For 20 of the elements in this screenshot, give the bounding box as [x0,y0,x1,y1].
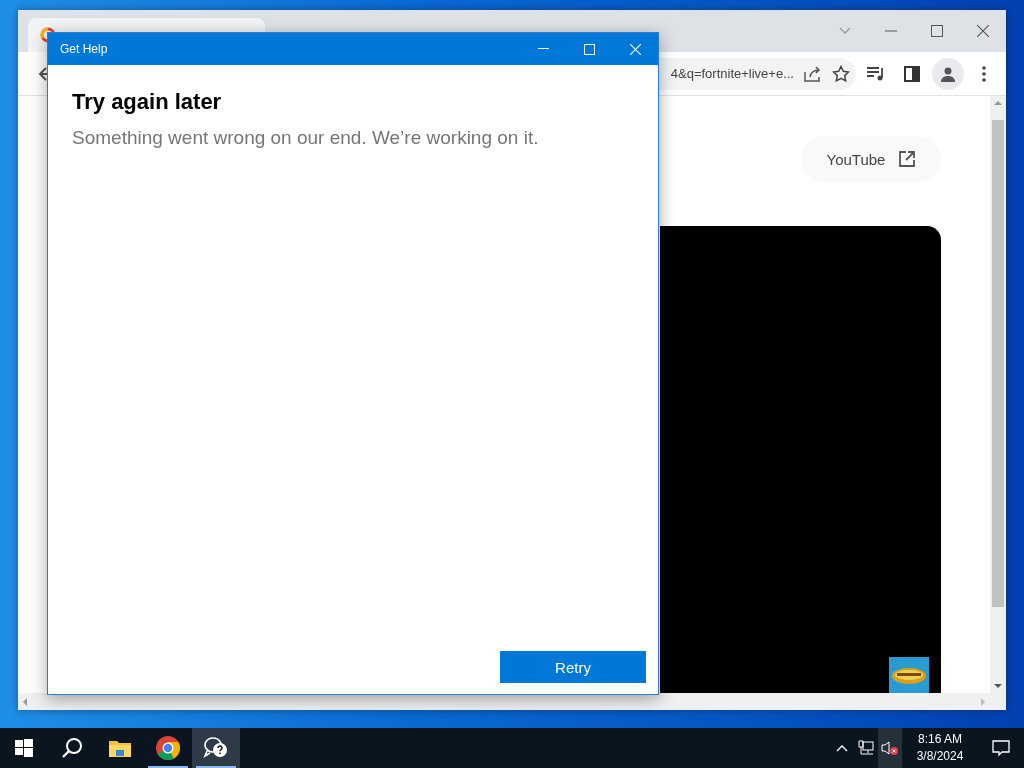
star-icon[interactable] [832,64,850,83]
volume-icon[interactable] [878,728,902,768]
external-link-icon [899,151,916,167]
taskbar-app[interactable] [192,728,240,768]
url-text: 4&q=fortnite+live+e... [670,66,794,81]
window-title: Get Help [60,42,108,56]
retry-button[interactable]: Retry [500,651,646,683]
clock[interactable]: 8:16 AM 3/8/2024 [902,728,978,768]
date-text: 3/8/2024 [916,748,964,765]
chrome-icon [156,736,180,760]
share-icon[interactable] [804,65,822,82]
vertical-scrollbar[interactable] [990,96,1006,693]
error-message: Something went wrong on our end. We’re working on it. [72,127,540,149]
youtube-link-button[interactable]: YouTube [801,136,941,182]
error-heading: Try again later [72,89,223,115]
help-chat-icon [203,736,229,760]
profile-icon[interactable] [932,57,964,90]
folder-icon [109,739,131,757]
scroll-down-icon[interactable] [994,683,1002,689]
time-text: 8:16 AM [918,731,962,748]
